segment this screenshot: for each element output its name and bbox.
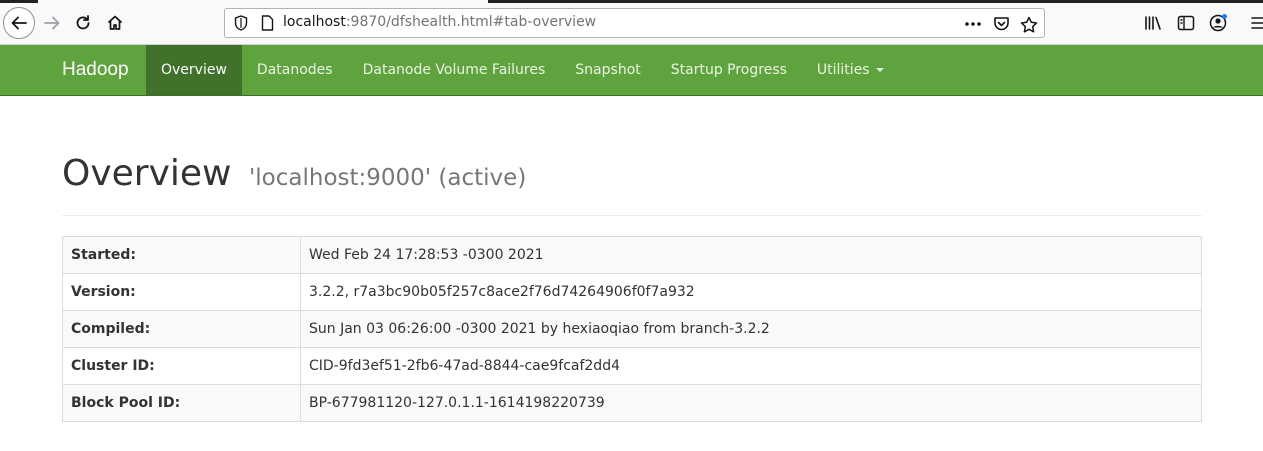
pocket-icon[interactable] (992, 15, 1010, 33)
row-value-cluster-id: CID-9fd3ef51-2fb6-47ad-8844-cae9fcaf2dd4 (300, 347, 1202, 385)
nav-item-datanodes[interactable]: Datanodes (242, 45, 348, 95)
url-text[interactable]: localhost:9870/dfshealth.html#tab-overvi… (283, 14, 596, 30)
arrow-left-icon (11, 16, 27, 30)
nav-item-snapshot[interactable]: Snapshot (560, 45, 655, 95)
more-actions-icon[interactable] (964, 15, 982, 33)
navbar-menu: Overview Datanodes Datanode Volume Failu… (146, 45, 899, 95)
page-header: Overview 'localhost:9000' (active) (62, 152, 1202, 216)
sidebar-icon[interactable] (1176, 13, 1196, 33)
table-row: Cluster ID: CID-9fd3ef51-2fb6-47ad-8844-… (62, 347, 1202, 385)
row-value-started: Wed Feb 24 17:28:53 -0300 2021 (300, 236, 1202, 274)
overview-table: Started: Wed Feb 24 17:28:53 -0300 2021 … (62, 236, 1202, 422)
reload-icon (76, 15, 90, 30)
account-icon[interactable] (1208, 13, 1228, 33)
nav-item-datanode-volume-failures[interactable]: Datanode Volume Failures (348, 45, 561, 95)
row-label-started: Started: (62, 236, 301, 274)
home-button[interactable] (100, 8, 130, 38)
row-value-block-pool-id: BP-677981120-127.0.1.1-1614198220739 (300, 384, 1202, 422)
browser-toolbar: localhost:9870/dfshealth.html#tab-overvi… (0, 0, 1263, 45)
row-value-compiled: Sun Jan 03 06:26:00 -0300 2021 by hexiao… (300, 310, 1202, 348)
shield-icon[interactable] (233, 15, 249, 31)
library-icon[interactable] (1144, 13, 1164, 33)
back-button[interactable] (3, 7, 35, 39)
nav-item-utilities-label: Utilities (816, 62, 870, 78)
page-subtitle: 'localhost:9000' (active) (248, 165, 527, 191)
row-label-compiled: Compiled: (62, 310, 301, 348)
nav-item-overview[interactable]: Overview (146, 45, 242, 95)
row-label-block-pool-id: Block Pool ID: (62, 384, 301, 422)
table-row: Version: 3.2.2, r7a3bc90b05f257c8ace2f76… (62, 273, 1202, 311)
row-label-cluster-id: Cluster ID: (62, 347, 301, 385)
caret-down-icon (875, 68, 884, 72)
hadoop-navbar: Hadoop Overview Datanodes Datanode Volum… (0, 45, 1263, 96)
nav-item-utilities[interactable]: Utilities (802, 45, 899, 95)
page-title-text: Overview (62, 153, 232, 194)
tab-strip (0, 0, 1263, 3)
url-bar[interactable]: localhost:9870/dfshealth.html#tab-overvi… (224, 8, 1045, 38)
arrow-right-icon (44, 16, 60, 30)
forward-button[interactable] (37, 8, 67, 38)
table-row: Started: Wed Feb 24 17:28:53 -0300 2021 (62, 236, 1202, 274)
page-icon[interactable] (259, 15, 275, 31)
row-value-version: 3.2.2, r7a3bc90b05f257c8ace2f76d74264906… (300, 273, 1202, 311)
url-host: localhost (283, 14, 346, 30)
table-row: Compiled: Sun Jan 03 06:26:00 -0300 2021… (62, 310, 1202, 348)
reload-button[interactable] (68, 8, 98, 38)
nav-item-startup-progress[interactable]: Startup Progress (656, 45, 802, 95)
menu-icon[interactable] (1247, 13, 1263, 33)
row-label-version: Version: (62, 273, 301, 311)
url-path: :9870/dfshealth.html#tab-overview (345, 14, 597, 30)
table-row: Block Pool ID: BP-677981120-127.0.1.1-16… (62, 384, 1202, 422)
bookmark-star-icon[interactable] (1020, 15, 1038, 33)
navbar-brand[interactable]: Hadoop (62, 59, 129, 81)
page-title: Overview 'localhost:9000' (active) (62, 152, 1202, 200)
home-icon (107, 15, 123, 30)
